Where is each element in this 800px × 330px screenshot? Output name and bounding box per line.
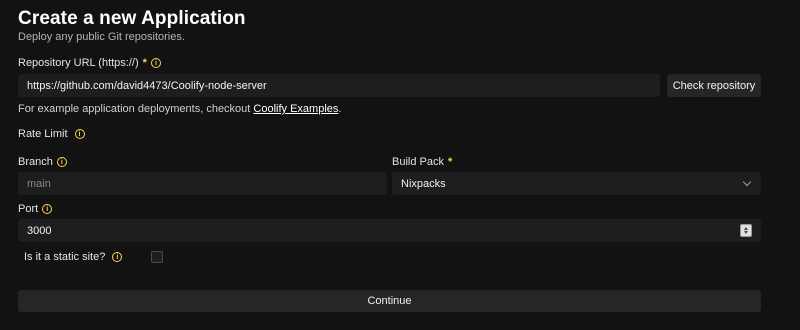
continue-button[interactable]: Continue bbox=[18, 290, 761, 312]
examples-hint-suffix: . bbox=[338, 103, 342, 115]
repo-url-input[interactable]: https://github.com/david4473/Coolify-nod… bbox=[18, 74, 660, 97]
info-icon[interactable]: i bbox=[56, 157, 67, 167]
port-input[interactable]: 3000 bbox=[18, 219, 761, 242]
repo-url-label: Repository URL (https://) * i bbox=[18, 57, 161, 69]
page-title: Create a new Application bbox=[18, 8, 246, 29]
repo-url-label-text: Repository URL (https://) bbox=[18, 57, 139, 69]
info-icon[interactable]: i bbox=[42, 204, 53, 214]
static-site-label: Is it a static site? i bbox=[24, 251, 123, 263]
build-pack-value: Nixpacks bbox=[401, 177, 446, 190]
static-site-label-text: Is it a static site? bbox=[24, 251, 106, 263]
branch-input[interactable]: main bbox=[18, 172, 387, 195]
required-asterisk: * bbox=[447, 156, 453, 168]
chevron-down-icon bbox=[742, 177, 752, 187]
branch-placeholder: main bbox=[27, 177, 51, 190]
build-pack-select[interactable]: Nixpacks bbox=[392, 172, 761, 195]
info-icon[interactable]: i bbox=[150, 58, 161, 68]
required-asterisk: * bbox=[142, 57, 147, 69]
static-site-checkbox[interactable] bbox=[151, 251, 163, 263]
rate-limit-label: Rate Limit i bbox=[18, 128, 85, 140]
branch-label: Branch i bbox=[18, 156, 67, 168]
branch-label-text: Branch bbox=[18, 156, 53, 168]
port-value: 3000 bbox=[27, 224, 52, 237]
build-pack-label-text: Build Pack bbox=[392, 156, 444, 168]
build-pack-label: Build Pack * bbox=[392, 156, 452, 168]
examples-hint-text: For example application deployments, che… bbox=[18, 103, 254, 115]
info-icon[interactable]: i bbox=[112, 252, 123, 262]
check-repository-button[interactable]: Check repository bbox=[667, 74, 761, 97]
stepper-icon[interactable] bbox=[740, 224, 752, 237]
rate-limit-label-text: Rate Limit bbox=[18, 128, 68, 140]
page-subtitle: Deploy any public Git repositories. bbox=[18, 31, 185, 43]
examples-hint: For example application deployments, che… bbox=[18, 103, 341, 115]
info-icon[interactable]: i bbox=[74, 129, 85, 139]
coolify-examples-link[interactable]: Coolify Examples bbox=[253, 103, 338, 115]
port-label-text: Port bbox=[18, 203, 39, 215]
port-label: Port i bbox=[18, 203, 53, 215]
